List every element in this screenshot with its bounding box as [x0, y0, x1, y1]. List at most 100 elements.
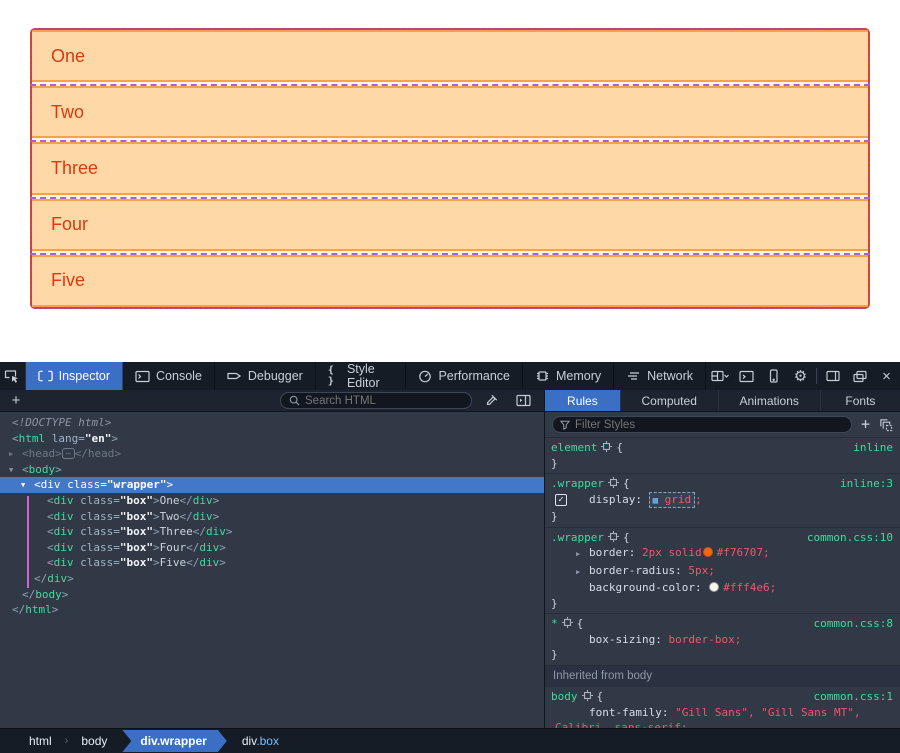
rule-source[interactable]: inline:3 — [840, 476, 893, 492]
highlight-target-icon[interactable] — [582, 690, 593, 701]
tab-computed[interactable]: Computed — [621, 390, 719, 411]
markup-line-close-body[interactable]: </body> — [0, 587, 544, 603]
collapse-arrow-icon[interactable]: ▼ — [21, 478, 25, 494]
breadcrumb-div-box[interactable]: div.box — [229, 734, 292, 748]
three-pane-toggle-button[interactable] — [510, 394, 536, 407]
tab-network[interactable]: Network — [614, 362, 706, 390]
filter-styles-box[interactable] — [552, 416, 852, 433]
sidebar-tabs: Rules Computed Animations Fonts — [545, 390, 900, 411]
markup-line-box[interactable]: <div class="box">Three</div> — [0, 524, 544, 540]
tab-label: Console — [156, 369, 202, 383]
grid-box: Five — [32, 255, 868, 307]
expand-longhand-icon[interactable]: ▶ — [576, 547, 589, 563]
color-swatch[interactable] — [709, 582, 719, 592]
filter-styles-input[interactable] — [575, 419, 844, 431]
box-label: Two — [51, 102, 84, 123]
select-iframe-button[interactable] — [706, 362, 733, 390]
highlight-target-icon[interactable] — [601, 441, 612, 452]
markup-line-box[interactable]: <div class="box">One</div> — [0, 493, 544, 509]
tab-label: Performance — [438, 369, 510, 383]
grid-box: Two — [32, 86, 868, 138]
grid-box: Four — [32, 199, 868, 251]
box-label: Four — [51, 214, 88, 235]
responsive-design-mode-button[interactable] — [760, 362, 787, 390]
inspector-toolbar: + Rules — [0, 390, 900, 412]
tab-memory[interactable]: Memory — [523, 362, 614, 390]
classes-panel-button[interactable] — [879, 418, 893, 432]
collapse-arrow-icon[interactable]: ▼ — [9, 463, 13, 479]
tab-inspector[interactable]: Inspector — [26, 362, 123, 390]
tab-debugger[interactable]: Debugger — [215, 362, 316, 390]
markup-line-box[interactable]: <div class="box">Five</div> — [0, 555, 544, 571]
breadcrumb-html[interactable]: html — [16, 734, 65, 748]
rule-source[interactable]: common.css:8 — [814, 616, 893, 632]
network-icon — [626, 370, 641, 382]
markup-line-wrapper-selected[interactable]: ▼<div class="wrapper"> — [0, 477, 544, 493]
markup-line-body[interactable]: ▼<body> — [0, 462, 544, 478]
css-property[interactable]: box-sizing: border-box; — [551, 632, 893, 648]
search-html-box[interactable] — [280, 392, 472, 409]
eyedropper-button[interactable] — [478, 394, 504, 408]
rule-source[interactable]: inline — [853, 440, 893, 456]
css-property[interactable]: ▶border-radius: 5px; — [551, 563, 893, 581]
markup-view[interactable]: <!DOCTYPE html> <html lang="en"> ▶<head>… — [0, 412, 545, 728]
tab-console[interactable]: Console — [123, 362, 215, 390]
highlight-target-icon[interactable] — [608, 477, 619, 488]
markup-toolbar: + — [0, 390, 545, 411]
highlight-target-icon[interactable] — [608, 531, 619, 542]
tab-fonts[interactable]: Fonts — [821, 390, 900, 411]
markup-line-box[interactable]: <div class="box">Two</div> — [0, 509, 544, 525]
add-rule-button[interactable]: + — [861, 417, 870, 432]
rule-universal[interactable]: *{common.css:8 box-sizing: border-box; } — [545, 613, 900, 665]
grid-wrapper: One Two Three Four Five — [30, 28, 870, 309]
color-swatch[interactable] — [703, 547, 713, 557]
devtools-tabbar: Inspector Console Debugger { } Style Edi… — [0, 362, 900, 390]
settings-gear-icon[interactable]: ⚙ — [787, 362, 814, 390]
pick-element-icon — [4, 369, 20, 383]
breadcrumb-div-wrapper-selected[interactable]: div.wrapper — [122, 730, 226, 752]
create-node-button[interactable]: + — [8, 392, 24, 409]
search-input[interactable] — [305, 395, 463, 407]
css-property[interactable]: ▶border: 2px solid#f76707; — [551, 545, 893, 563]
tab-style-editor[interactable]: { } Style Editor — [316, 362, 407, 390]
inline-ellipsis-icon[interactable]: ⋯ — [62, 448, 75, 459]
highlight-target-icon[interactable] — [562, 617, 573, 628]
box-label: Five — [51, 270, 85, 291]
css-property[interactable]: background-color: #fff4e6; — [551, 580, 893, 596]
markup-line-html[interactable]: <html lang="en"> — [0, 431, 544, 447]
expand-longhand-icon[interactable]: ▶ — [576, 565, 589, 581]
grid-highlighter-toggle[interactable]: ▦ grid — [649, 492, 696, 508]
rule-body[interactable]: body{common.css:1 font-family: "Gill San… — [545, 687, 900, 728]
tab-label: Network — [647, 369, 693, 383]
split-console-button[interactable] — [733, 362, 760, 390]
expand-arrow-icon[interactable]: ▶ — [9, 447, 13, 463]
inspector-icon — [38, 370, 53, 382]
rule-wrapper-inline[interactable]: .wrapper{inline:3 ✓ display: ▦ grid; } — [545, 473, 900, 527]
dock-side-button[interactable] — [819, 362, 846, 390]
markup-line-box[interactable]: <div class="box">Four</div> — [0, 540, 544, 556]
markup-line-head[interactable]: ▶<head>⋯</head> — [0, 446, 544, 462]
devtools-toolbar-icons: ⚙ × — [706, 362, 900, 390]
rule-source[interactable]: common.css:1 — [814, 689, 893, 705]
grid-icon: ▦ — [653, 496, 658, 506]
performance-icon — [418, 369, 432, 383]
toolbar-divider — [816, 368, 817, 384]
tab-performance[interactable]: Performance — [406, 362, 523, 390]
rule-element[interactable]: element{inline } — [545, 437, 900, 473]
separate-window-button[interactable] — [846, 362, 873, 390]
css-property[interactable]: display: ▦ grid; — [551, 492, 893, 510]
css-property[interactable]: font-family: "Gill Sans", "Gill Sans MT"… — [551, 705, 893, 729]
markup-line-close-div[interactable]: </div> — [0, 571, 544, 587]
browser-viewport: One Two Three Four Five — [0, 0, 900, 362]
breadcrumb-body[interactable]: body — [68, 734, 120, 748]
pick-element-button[interactable] — [0, 362, 26, 390]
box-label: One — [51, 46, 85, 67]
property-enabled-checkbox[interactable]: ✓ — [555, 494, 567, 506]
tab-animations[interactable]: Animations — [719, 390, 821, 411]
tab-rules[interactable]: Rules — [545, 390, 621, 411]
close-icon[interactable]: × — [873, 362, 900, 390]
markup-line-doctype[interactable]: <!DOCTYPE html> — [0, 415, 544, 431]
markup-line-close-html[interactable]: </html> — [0, 602, 544, 618]
rule-wrapper-common[interactable]: .wrapper{common.css:10 ▶border: 2px soli… — [545, 527, 900, 614]
rule-source[interactable]: common.css:10 — [807, 530, 893, 546]
